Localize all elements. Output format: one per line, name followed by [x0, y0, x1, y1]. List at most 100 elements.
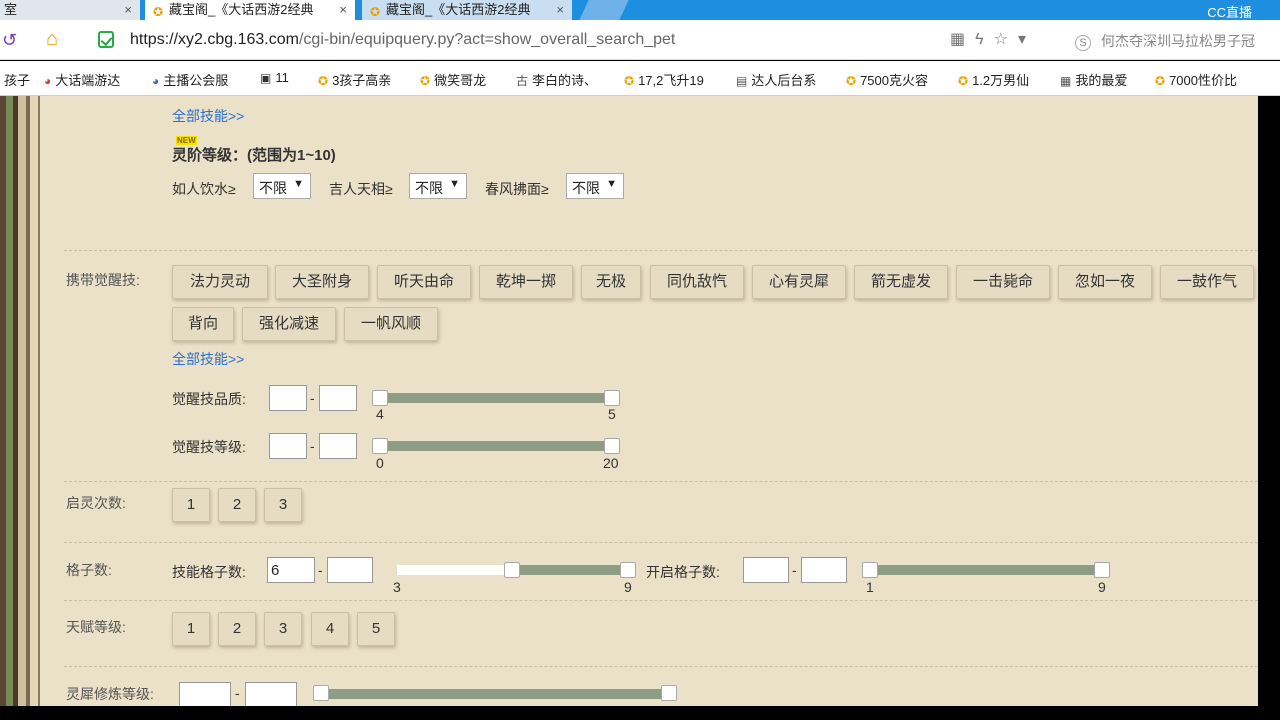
skill-button[interactable]: 一鼓作气 [1160, 265, 1254, 299]
skill-slots-min-input[interactable]: 6 [267, 557, 315, 583]
bookmark[interactable]: ▣ 11 [260, 70, 289, 85]
bookmark-label: 主播公会服 [163, 73, 229, 88]
slider-handle-min[interactable] [504, 562, 520, 578]
bookmark[interactable]: 孩子 [4, 70, 30, 89]
range-dash: - [235, 685, 240, 701]
filter-select-chunfeng[interactable]: 不限 ▼ [566, 173, 624, 199]
awaken-level-slider-track[interactable] [380, 441, 612, 451]
bookmark[interactable]: ✪ 7000性价比 [1155, 70, 1237, 89]
bookmark-label: 7500克火容 [860, 73, 928, 88]
apps-grid-icon: ▦ [1060, 74, 1072, 88]
skill-button[interactable]: 箭无虚发 [854, 265, 948, 299]
tab-active[interactable]: ✪ 藏宝阁_《大话西游2经典 × [145, 0, 355, 20]
skill-button[interactable]: 无极 [581, 265, 641, 299]
slider-handle-max[interactable] [604, 390, 620, 406]
slider-handle-max[interactable] [1094, 562, 1110, 578]
divider [64, 250, 1258, 251]
new-tab-button[interactable] [579, 0, 629, 20]
talent-option-3[interactable]: 3 [264, 612, 302, 646]
skill-button[interactable]: 忽如一夜 [1058, 265, 1152, 299]
bookmark[interactable]: ✪ 微笑哥龙 [420, 70, 486, 89]
url-host: https://xy2.cbg.163.com [130, 31, 299, 48]
enlighten-option-3[interactable]: 3 [264, 488, 302, 522]
awaken-quality-slider-track[interactable] [380, 393, 612, 403]
lingxi-slider-track[interactable] [321, 689, 669, 699]
star-icon[interactable]: ☆ [994, 31, 1018, 48]
url-field[interactable]: https://xy2.cbg.163.com/cgi-bin/equipque… [130, 31, 675, 49]
skill-button[interactable]: 一帆风顺 [344, 307, 438, 341]
skill-slots-slider-empty[interactable] [397, 565, 512, 575]
filter-select-ruren[interactable]: 不限 ▼ [253, 173, 311, 199]
bookmark[interactable]: ◕ 大话端游达 [44, 70, 120, 89]
slider-handle-max[interactable] [604, 438, 620, 454]
awaken-quality-max-input[interactable] [319, 385, 357, 411]
talent-option-1[interactable]: 1 [172, 612, 210, 646]
url-path: /cgi-bin/equipquery.py?act=show_overall_… [298, 31, 676, 48]
close-icon[interactable]: × [339, 0, 347, 19]
tab-label: 藏宝阁_《大话西游2经典 [169, 2, 314, 17]
skill-button[interactable]: 法力灵动 [172, 265, 268, 299]
bookmark[interactable]: ▤ 达人后台系 [736, 70, 816, 89]
talent-option-4[interactable]: 4 [311, 612, 349, 646]
toolbar-icons: ▦ϟ☆▾ [950, 29, 1036, 49]
bookmark-icon: ✪ [1155, 74, 1166, 88]
lingxi-max-input[interactable] [245, 682, 297, 706]
skill-slots-max-input[interactable] [327, 557, 373, 583]
skill-button[interactable]: 听天由命 [377, 265, 471, 299]
talent-option-5[interactable]: 5 [357, 612, 395, 646]
enlighten-option-1[interactable]: 1 [172, 488, 210, 522]
skill-button[interactable]: 强化减速 [242, 307, 336, 341]
open-slots-slider-track[interactable] [870, 565, 1102, 575]
skill-slots-slider-track[interactable] [512, 565, 628, 575]
slider-handle-min[interactable] [372, 390, 388, 406]
bookmark[interactable]: ✪ 1.2万男仙 [958, 70, 1029, 89]
back-icon[interactable]: ↺ [2, 30, 17, 51]
talent-option-2[interactable]: 2 [218, 612, 256, 646]
bookmark[interactable]: ▦ 我的最爱 [1060, 70, 1127, 89]
bookmark[interactable]: 古李白的诗、 [516, 70, 597, 89]
chevron-down-icon[interactable]: ▾ [1018, 31, 1036, 48]
search-box[interactable]: S 何杰夺深圳马拉松男子冠 [1075, 31, 1255, 51]
lingxi-min-input[interactable] [179, 682, 231, 706]
home-icon[interactable]: ⌂ [46, 28, 58, 51]
filter-select-jiren[interactable]: 不限 ▼ [409, 173, 467, 199]
qr-icon[interactable]: ▦ [950, 31, 975, 48]
awaken-quality-min-input[interactable] [269, 385, 307, 411]
close-icon[interactable]: × [124, 0, 132, 19]
slider-handle-min[interactable] [862, 562, 878, 578]
slider-handle-max[interactable] [620, 562, 636, 578]
bookmark[interactable]: ✪ 3孩子高亲 [318, 70, 391, 89]
skill-button[interactable]: 一击毙命 [956, 265, 1050, 299]
bookmark[interactable]: ✪ 17,2飞升19 [624, 70, 704, 89]
bookmark[interactable]: ✪ 7500克火容 [846, 70, 928, 89]
open-slots-max-input[interactable] [801, 557, 847, 583]
tab-next[interactable]: ✪ 藏宝阁_《大话西游2经典 × [362, 0, 572, 20]
slider-handle-max[interactable] [661, 685, 677, 701]
secure-shield-icon [98, 31, 114, 48]
select-value: 不限 [415, 180, 443, 196]
skill-button[interactable]: 乾坤一掷 [479, 265, 573, 299]
dropdown-arrow-icon: ▼ [606, 178, 617, 190]
all-skills-link-top[interactable]: 全部技能>> [172, 106, 244, 126]
tab-prev[interactable]: 室 × [0, 0, 140, 20]
skill-button[interactable]: 背向 [172, 307, 234, 341]
awaken-level-max-input[interactable] [319, 433, 357, 459]
all-skills-link[interactable]: 全部技能>> [172, 349, 244, 369]
bookmark-label: 1.2万男仙 [972, 73, 1030, 88]
skill-button[interactable]: 大圣附身 [275, 265, 369, 299]
slider-handle-min[interactable] [372, 438, 388, 454]
skill-button[interactable]: 心有灵犀 [752, 265, 846, 299]
lightning-icon[interactable]: ϟ [975, 31, 993, 48]
bookmark[interactable]: ◕ 主播公会服 [152, 70, 228, 89]
bookmark-label: 11 [275, 70, 289, 85]
search-engine-icon: S [1075, 35, 1091, 51]
slider-max-label: 5 [608, 406, 616, 422]
enlighten-option-2[interactable]: 2 [218, 488, 256, 522]
slider-max-label: 9 [1098, 579, 1106, 595]
awaken-level-min-input[interactable] [269, 433, 307, 459]
slider-handle-min[interactable] [313, 685, 329, 701]
close-icon[interactable]: × [556, 0, 564, 19]
skill-button[interactable]: 同仇敌忾 [650, 265, 744, 299]
open-slots-min-input[interactable] [743, 557, 789, 583]
decorative-left-border [0, 96, 44, 706]
